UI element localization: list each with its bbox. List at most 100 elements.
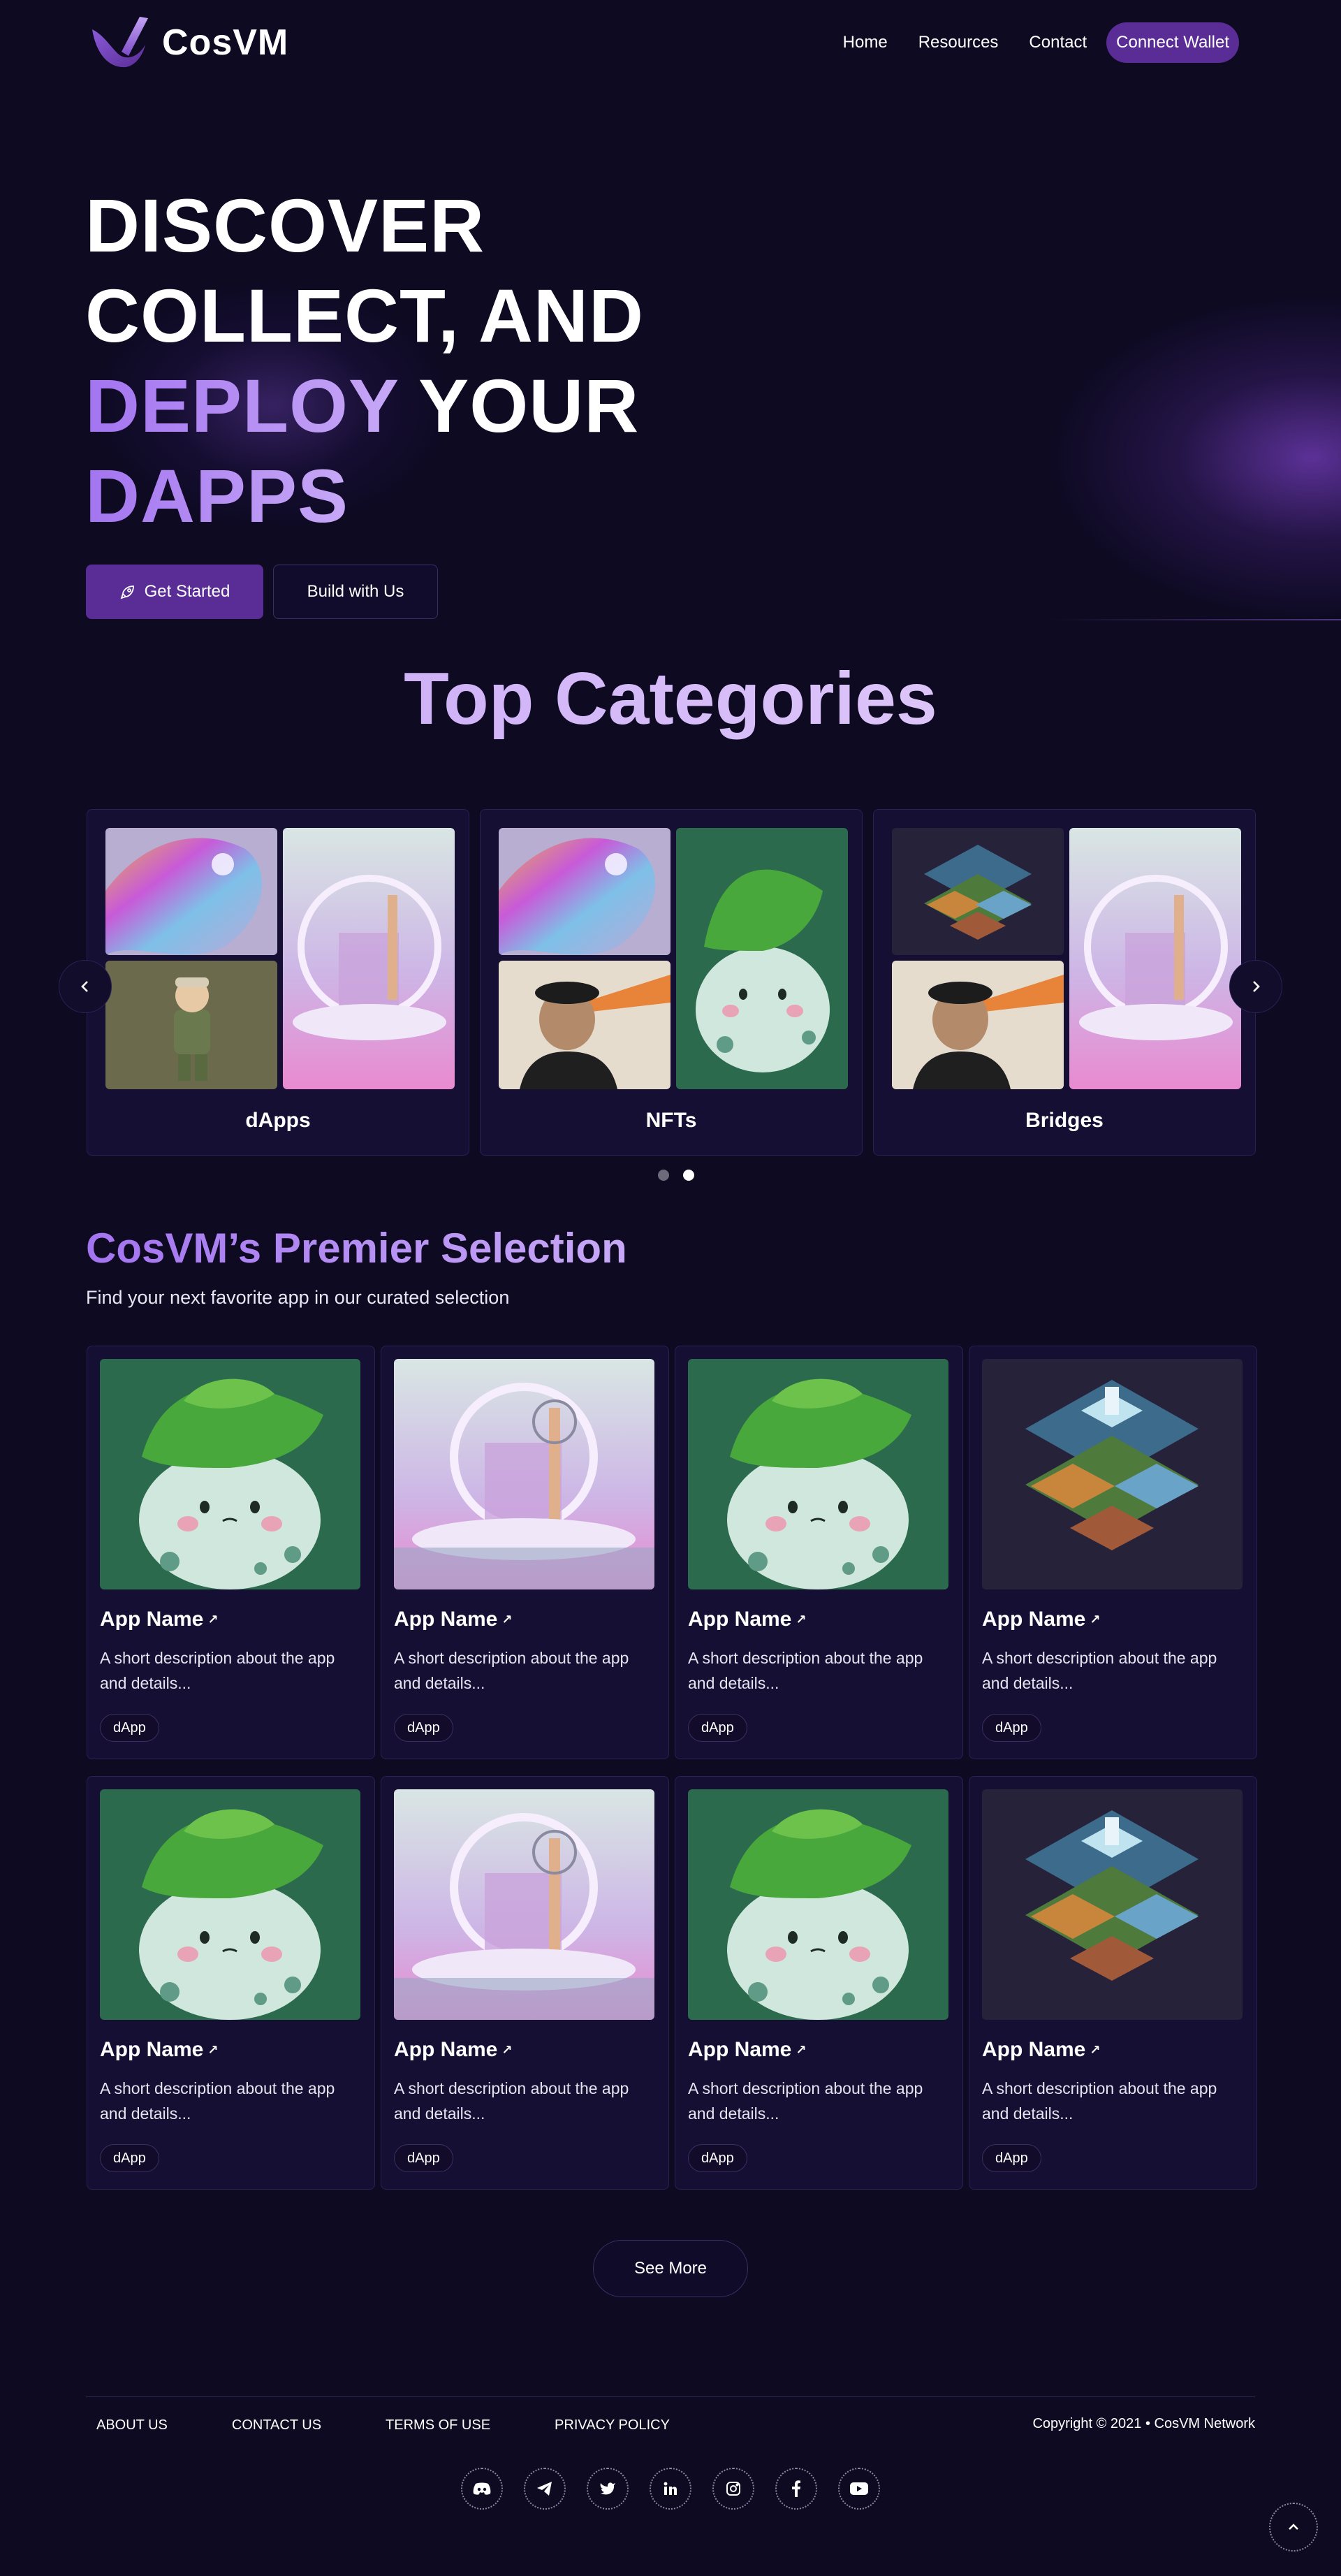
chevron-left-icon bbox=[81, 981, 88, 992]
footer-privacy-link[interactable]: PRIVACY POLICY bbox=[555, 2417, 670, 2433]
app-name: App Name bbox=[688, 1608, 792, 1631]
app-card[interactable]: App Name ↗ A short description about the a… bbox=[969, 1346, 1257, 1759]
app-name-link[interactable]: App Name ↗ bbox=[982, 2038, 1100, 2062]
app-name-link[interactable]: App Name ↗ bbox=[394, 2038, 512, 2062]
chevron-up-icon bbox=[1289, 2524, 1298, 2530]
app-name: App Name bbox=[100, 1608, 204, 1631]
app-card[interactable]: App Name ↗ A short description about the a… bbox=[675, 1346, 963, 1759]
hero-accent-dapps: DAPPS bbox=[85, 453, 349, 538]
category-card-dapps[interactable]: dApps bbox=[87, 809, 469, 1156]
cosvm-logo-icon bbox=[92, 17, 148, 68]
app-tag[interactable]: dApp bbox=[394, 1714, 453, 1742]
app-card[interactable]: App Name ↗ A short description about the a… bbox=[675, 1776, 963, 2190]
footer-about-link[interactable]: ABOUT US bbox=[96, 2417, 168, 2433]
app-name: App Name bbox=[688, 2038, 792, 2061]
app-card[interactable]: App Name ↗ A short description about the a… bbox=[87, 1776, 375, 2190]
facebook-icon bbox=[792, 2480, 800, 2497]
external-link-icon: ↗ bbox=[207, 2042, 219, 2057]
app-tag[interactable]: dApp bbox=[688, 2144, 747, 2172]
brand-logo[interactable]: CosVM bbox=[89, 14, 288, 71]
discord-link[interactable] bbox=[461, 2468, 503, 2510]
category-card-nfts[interactable]: NFTs bbox=[480, 809, 863, 1156]
app-description: A short description about the app and de… bbox=[982, 1649, 1217, 1692]
linkedin-icon bbox=[664, 2482, 677, 2495]
hero-line-3: DEPLOY YOUR bbox=[85, 361, 644, 451]
app-card[interactable]: App Name ↗ A short description about the a… bbox=[87, 1346, 375, 1759]
app-name-link[interactable]: App Name ↗ bbox=[394, 1608, 512, 1631]
telegram-link[interactable] bbox=[524, 2468, 566, 2510]
top-categories-title: Top Categories bbox=[0, 657, 1341, 741]
connect-wallet-button[interactable]: Connect Wallet bbox=[1106, 22, 1239, 63]
app-name-link[interactable]: App Name ↗ bbox=[100, 2038, 218, 2062]
app-card[interactable]: App Name ↗ A short description about the a… bbox=[381, 1776, 669, 2190]
carousel-dots bbox=[651, 1170, 701, 1181]
footer-contact-link[interactable]: CONTACT US bbox=[232, 2417, 321, 2433]
external-link-icon: ↗ bbox=[501, 1612, 513, 1627]
app-card[interactable]: App Name ↗ A short description about the a… bbox=[969, 1776, 1257, 2190]
app-thumbnail bbox=[394, 1359, 654, 1589]
category-image-ape-laser bbox=[892, 961, 1064, 1089]
app-description: A short description about the app and de… bbox=[394, 1649, 629, 1692]
app-name-link[interactable]: App Name ↗ bbox=[688, 2038, 806, 2062]
carousel-next-button[interactable] bbox=[1229, 960, 1282, 1013]
carousel-dot-1[interactable] bbox=[658, 1170, 669, 1181]
premier-title: CosVM’s Premier Selection bbox=[86, 1225, 627, 1272]
nav-links: Home Resources Contact Connect Wallet bbox=[812, 22, 1239, 63]
carousel-prev-button[interactable] bbox=[59, 960, 112, 1013]
app-thumbnail bbox=[688, 1359, 948, 1589]
app-name-link[interactable]: App Name ↗ bbox=[100, 1608, 218, 1631]
external-link-icon: ↗ bbox=[796, 2042, 807, 2057]
app-tag[interactable]: dApp bbox=[100, 1714, 159, 1742]
app-description: A short description about the app and de… bbox=[688, 1649, 923, 1692]
app-tag[interactable]: dApp bbox=[982, 2144, 1041, 2172]
category-label-bridges: Bridges bbox=[1025, 1109, 1104, 1132]
app-name: App Name bbox=[394, 1608, 498, 1631]
twitter-icon bbox=[600, 2482, 615, 2495]
app-name-link[interactable]: App Name ↗ bbox=[982, 1608, 1100, 1631]
social-links bbox=[461, 2468, 901, 2510]
footer-links: ABOUT US CONTACT US TERMS OF USE PRIVACY… bbox=[96, 2417, 734, 2433]
app-tag[interactable]: dApp bbox=[100, 2144, 159, 2172]
linkedin-link[interactable] bbox=[650, 2468, 691, 2510]
app-name: App Name bbox=[982, 1608, 1086, 1631]
external-link-icon: ↗ bbox=[1090, 1612, 1101, 1627]
app-thumbnail bbox=[982, 1789, 1243, 2020]
nav-resources[interactable]: Resources bbox=[918, 33, 999, 52]
app-thumbnail bbox=[100, 1789, 360, 2020]
build-with-us-button[interactable]: Build with Us bbox=[273, 565, 438, 619]
app-tag[interactable]: dApp bbox=[982, 1714, 1041, 1742]
external-link-icon: ↗ bbox=[1090, 2042, 1101, 2057]
app-tag[interactable]: dApp bbox=[688, 1714, 747, 1742]
app-thumbnail bbox=[688, 1789, 948, 2020]
facebook-link[interactable] bbox=[775, 2468, 817, 2510]
category-image-dream-island bbox=[1069, 828, 1241, 1089]
brand-name: CosVM bbox=[162, 22, 289, 63]
hero-title: DISCOVER COLLECT, AND DEPLOY YOUR DAPPS bbox=[85, 180, 644, 541]
see-more-button[interactable]: See More bbox=[593, 2240, 748, 2297]
get-started-label: Get Started bbox=[144, 582, 230, 601]
nav-home[interactable]: Home bbox=[843, 33, 888, 52]
youtube-link[interactable] bbox=[838, 2468, 880, 2510]
app-name-link[interactable]: App Name ↗ bbox=[688, 1608, 806, 1631]
copyright-text: Copyright © 2021 • CosVM Network bbox=[1032, 2416, 1255, 2431]
category-label-dapps: dApps bbox=[245, 1109, 311, 1132]
hero-accent-deploy: DEPLOY bbox=[85, 363, 399, 448]
carousel-dot-2[interactable] bbox=[683, 1170, 694, 1181]
hero-glow-right bbox=[1048, 293, 1341, 622]
app-description: A short description about the app and de… bbox=[688, 2079, 923, 2123]
nav-contact[interactable]: Contact bbox=[1029, 33, 1087, 52]
footer-terms-link[interactable]: TERMS OF USE bbox=[386, 2417, 490, 2433]
premier-subtitle: Find your next favorite app in our curat… bbox=[86, 1287, 510, 1308]
category-image-dream-island bbox=[283, 828, 455, 1089]
app-thumbnail bbox=[394, 1789, 654, 2020]
twitter-link[interactable] bbox=[587, 2468, 629, 2510]
category-image-ape-laser bbox=[499, 961, 670, 1089]
app-tag[interactable]: dApp bbox=[394, 2144, 453, 2172]
get-started-button[interactable]: Get Started bbox=[86, 565, 263, 619]
youtube-icon bbox=[850, 2482, 868, 2495]
back-to-top-button[interactable] bbox=[1269, 2503, 1318, 2552]
instagram-link[interactable] bbox=[712, 2468, 754, 2510]
category-card-bridges[interactable]: Bridges bbox=[873, 809, 1256, 1156]
app-card[interactable]: App Name ↗ A short description about the a… bbox=[381, 1346, 669, 1759]
app-description: A short description about the app and de… bbox=[100, 1649, 335, 1692]
